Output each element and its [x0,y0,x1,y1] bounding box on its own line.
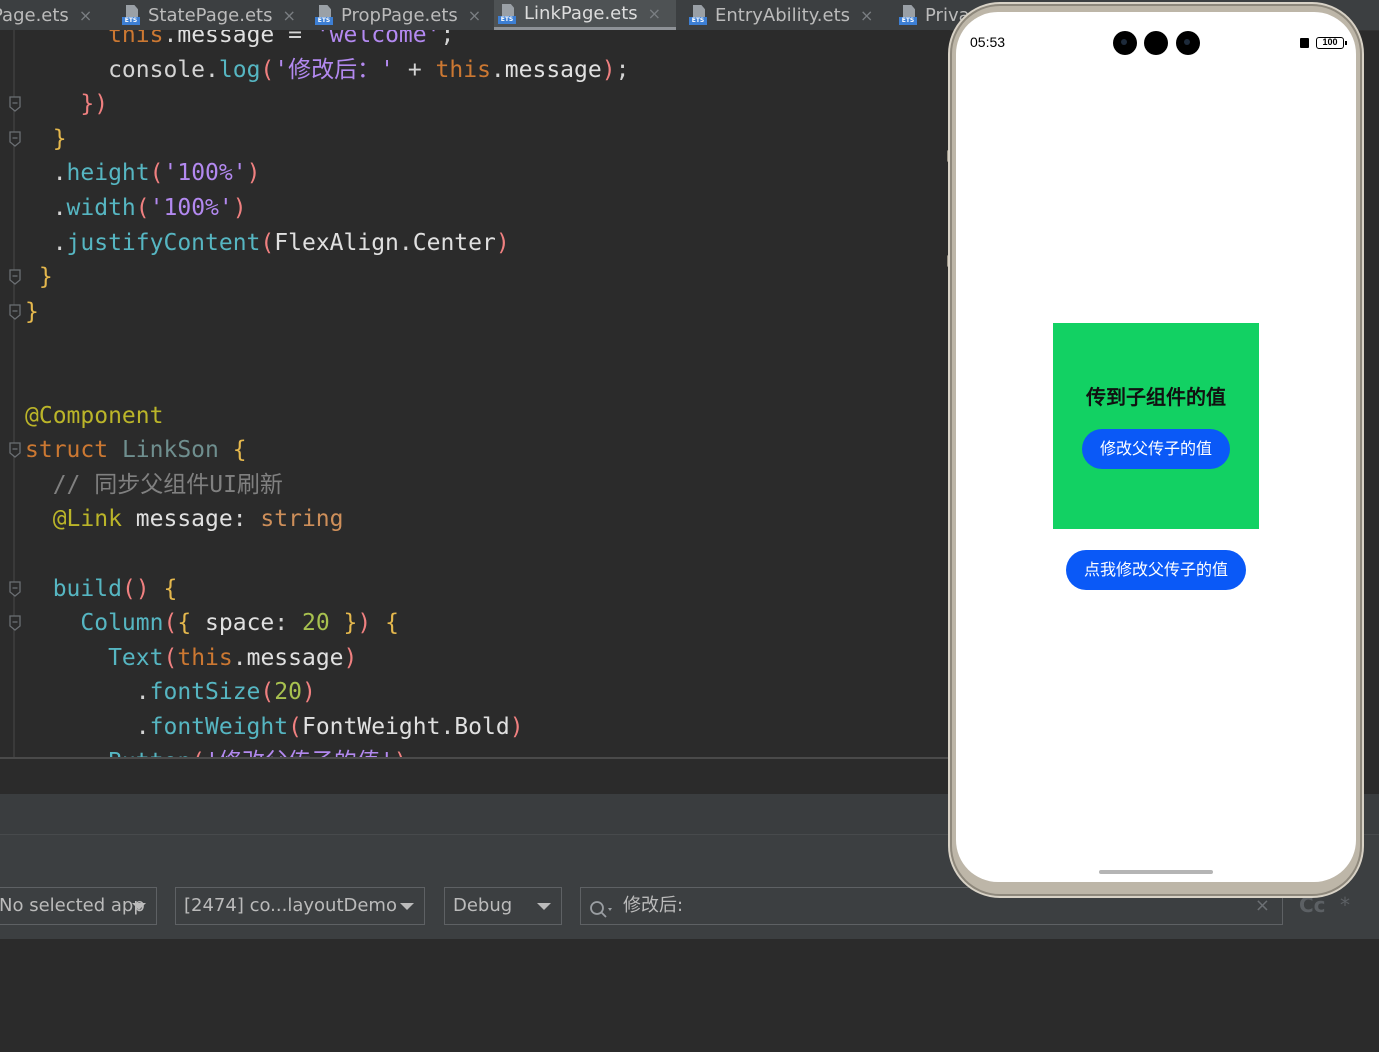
camera-icon [1113,31,1137,55]
search-input[interactable]: 修改后: [623,888,683,924]
fold-marker-icon[interactable] [8,269,22,286]
log-output [0,939,1379,1052]
tab-linkpage-ets[interactable]: ETS LinkPage.ets × [494,0,676,30]
code-line: .width('100%') [25,195,247,221]
child-component-box: 传到子组件的值 修改父传子的值 [1053,323,1259,529]
ets-file-icon: ETS [315,5,333,25]
tab-label: PropPage.ets [341,4,458,26]
code-line: .fontWeight(FontWeight.Bold) [25,714,524,740]
tab-label: Page.ets [0,4,69,26]
code-line: @Link message: string [25,506,344,533]
code-line: this.message = 'welcome'; [25,30,455,48]
match-case-toggle[interactable]: Cc [1299,893,1326,917]
child-message-text: 传到子组件的值 [1086,385,1226,409]
tab-label: StatePage.ets [148,4,273,26]
tab-page-ets[interactable]: Page.ets × [0,0,102,30]
process-select[interactable]: [2474] co...layoutDemo [175,887,425,925]
camera-icon [1144,31,1168,55]
chevron-down-icon [537,903,551,910]
code-line: .justifyContent(FlexAlign.Center) [25,229,510,256]
fold-marker-icon[interactable] [8,615,22,632]
tab-entryability-ets[interactable]: ETS EntryAbility.ets × [685,0,884,30]
log-level-select[interactable]: Debug [444,887,562,925]
code-line: } [25,298,39,325]
home-indicator [1099,870,1213,874]
fold-marker-icon[interactable] [8,442,22,459]
chevron-down-icon [400,903,414,910]
code-editor[interactable]: this.message = 'welcome'; console.log('修… [0,30,950,757]
tab-statepage-ets[interactable]: ETS StatePage.ets × [118,0,307,30]
log-level-value: Debug [453,895,513,916]
phone-screen[interactable]: 05:53 100 传到子组件的值 修改父传子的值 点我修改父传子的值 [956,12,1356,882]
ets-file-icon: ETS [899,5,917,25]
fold-marker-icon[interactable] [8,580,22,597]
code-line: } [25,264,53,291]
ets-file-icon: ETS [498,3,516,24]
modify-parent-button[interactable]: 点我修改父传子的值 [1066,550,1246,590]
lock-icon [1300,38,1309,48]
code-line: @Component [25,402,164,429]
regex-toggle[interactable]: * [1340,893,1350,917]
close-icon[interactable]: × [282,6,295,25]
code-line: console.log('修改后：' + this.message); [25,56,630,83]
code-line: .height('100%') [25,160,261,187]
close-icon[interactable]: × [648,4,661,23]
code-line: } [25,125,67,152]
chevron-down-icon [132,903,146,910]
code-line: Button('修改父传子的值') [25,745,408,757]
status-time: 05:53 [970,34,1006,50]
close-icon[interactable]: × [860,6,873,25]
app-select[interactable]: No selected app [0,887,157,925]
code-line: Column({ space: 20 }) { [25,610,399,637]
fold-marker-icon[interactable] [8,131,22,147]
fold-marker-icon[interactable] [8,304,22,320]
close-icon[interactable]: × [79,6,92,25]
tab-label: EntryAbility.ets [715,4,851,26]
fold-marker-icon[interactable] [8,96,22,113]
code-line: }) [25,91,109,118]
modify-child-button[interactable]: 修改父传子的值 [1082,429,1230,469]
code-line: struct LinkSon { [25,437,247,464]
tab-label: LinkPage.ets [524,3,638,24]
code-line: build() { [25,575,178,602]
code-line: // 同步父组件UI刷新 [25,471,283,498]
ets-file-icon: ETS [689,5,707,25]
ets-file-icon: ETS [122,5,140,25]
battery-level: 100 [1322,37,1338,47]
tab-proppage-ets[interactable]: ETS PropPage.ets × [311,0,490,30]
search-icon [589,897,615,933]
battery-icon: 100 [1316,37,1347,49]
code-line: Text(this.message) [25,644,358,671]
camera-icon [1176,31,1200,55]
code-line: .fontSize(20) [25,679,316,706]
process-select-value: [2474] co...layoutDemo [184,895,397,916]
close-icon[interactable]: × [468,6,481,25]
app-select-value: No selected app [0,895,145,916]
